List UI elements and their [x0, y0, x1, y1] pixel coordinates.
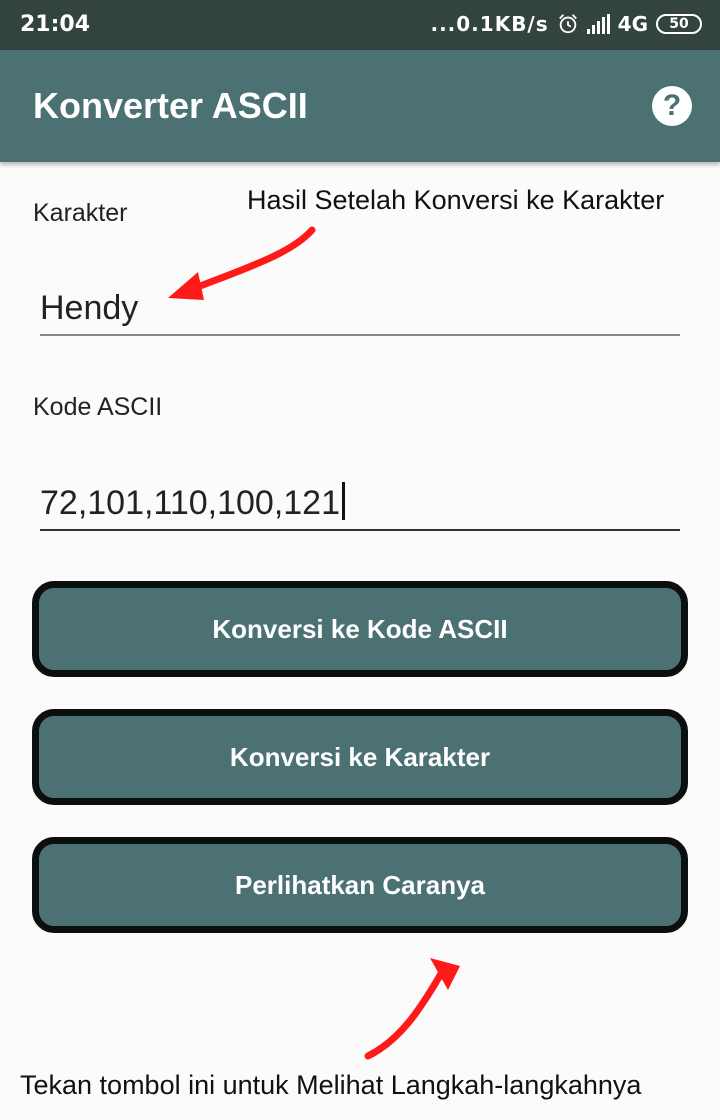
arrow-to-karakter — [181, 226, 316, 296]
annotation-instruction: Tekan tombol ini untuk Melihat Langkah-l… — [20, 1070, 642, 1100]
ascii-input-value: 72,101,110,100,121 — [40, 484, 340, 522]
annotation-arrows — [168, 226, 460, 1060]
karakter-label: Karakter — [33, 199, 128, 227]
alarm-icon — [558, 14, 577, 34]
show-steps-button[interactable]: Perlihatkan Caranya — [32, 837, 688, 933]
signal-icon — [586, 14, 610, 34]
help-icon[interactable]: ? — [652, 86, 692, 126]
app-title: Konverter ASCII — [33, 85, 308, 126]
status-bar: 21:04 ...0.1KB/s 4G 50 — [0, 0, 720, 50]
status-icons: ...0.1KB/s 4G 50 — [430, 12, 702, 36]
network-type: 4G — [617, 12, 648, 36]
status-time: 21:04 — [20, 12, 91, 37]
annotation-result: Hasil Setelah Konversi ke Karakter — [247, 185, 665, 215]
app-bar: Konverter ASCII ? — [0, 50, 720, 162]
arrowhead-show-steps — [430, 958, 460, 990]
arrow-to-show-steps — [364, 968, 446, 1060]
text-cursor — [342, 482, 345, 520]
ascii-label: Kode ASCII — [33, 393, 163, 421]
convert-to-character-button[interactable]: Konversi ke Karakter — [32, 709, 688, 805]
network-speed: ...0.1KB/s — [430, 12, 549, 36]
ascii-input[interactable]: 72,101,110,100,121 — [40, 482, 680, 531]
convert-to-ascii-button[interactable]: Konversi ke Kode ASCII — [32, 581, 688, 677]
karakter-input[interactable]: Hendy — [40, 288, 680, 336]
battery-icon: 50 — [656, 14, 702, 34]
karakter-input-value: Hendy — [40, 289, 139, 327]
